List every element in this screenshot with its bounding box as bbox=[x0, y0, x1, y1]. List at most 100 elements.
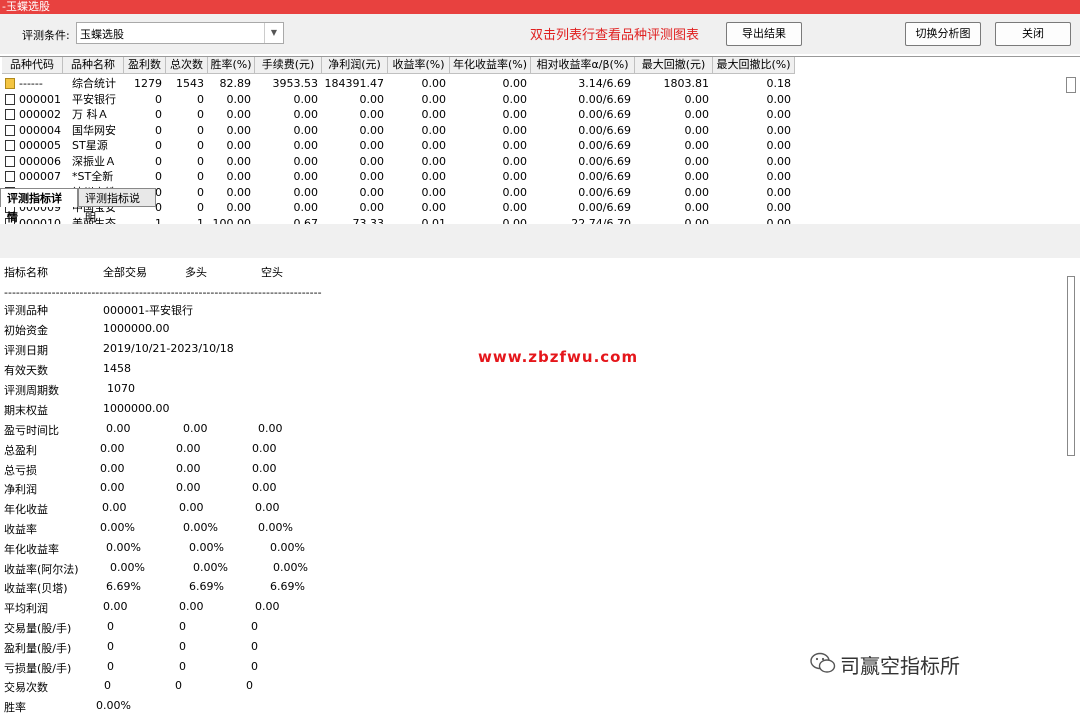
table-cell: 0.00 bbox=[359, 123, 385, 137]
row-checkbox[interactable] bbox=[5, 109, 15, 120]
table-row[interactable]: 000004 国华网安 0 0 0.00 0.00 0.00 0.00 0.00 0.00/6.6… bbox=[0, 123, 800, 139]
metric-value: 6.69% bbox=[189, 580, 224, 594]
table-cell: 0.00 bbox=[359, 108, 385, 121]
export-button[interactable]: 导出结果 bbox=[726, 22, 802, 46]
close-button[interactable]: 关闭 bbox=[995, 22, 1071, 46]
column-header[interactable]: 盈利数 bbox=[124, 57, 166, 74]
detail-value: 1070 bbox=[107, 382, 135, 395]
table-cell: 0.00 bbox=[226, 139, 252, 152]
table-cell: 0.00 bbox=[684, 185, 710, 199]
table-cell: 0.00 bbox=[421, 92, 447, 106]
table-cell: 0.00 bbox=[502, 123, 528, 137]
metric-label: 盈利量(股/手) bbox=[4, 641, 72, 655]
row-checkbox[interactable] bbox=[5, 124, 15, 136]
table-cell: 0 bbox=[155, 170, 162, 183]
row-checkbox[interactable] bbox=[5, 93, 15, 105]
table-row[interactable]: 000002 万 科Ａ 0 0 0.00 0.00 0.00 0.00 0.00 0.00/6.6… bbox=[0, 107, 800, 123]
metric-value: 0.00 bbox=[176, 481, 201, 495]
metric-value: 0.00 bbox=[102, 501, 127, 515]
table-cell: 0 bbox=[197, 201, 204, 214]
table-cell: 0.00 bbox=[421, 123, 447, 137]
metric-value: 0.00 bbox=[258, 422, 283, 435]
column-header[interactable]: 收益率(%) bbox=[388, 57, 450, 74]
table-cell: 0.00 bbox=[293, 154, 319, 168]
column-header[interactable]: 品种名称 bbox=[63, 57, 124, 74]
table-cell: 3953.53 bbox=[272, 77, 319, 90]
table-cell: 0.00/6.69 bbox=[578, 92, 631, 106]
tab-indicator-help[interactable]: 评测指标说明 bbox=[78, 188, 156, 224]
row-checkbox[interactable] bbox=[5, 140, 15, 151]
column-header[interactable]: 品种代码 bbox=[2, 57, 63, 74]
result-table[interactable]: 品种代码 品种名称 盈利数 总次数 胜率(%) 手续费(元) 净利润(元) 收益率(%) 年化收… bbox=[0, 56, 1080, 225]
detail-header-long: 多头 bbox=[185, 266, 207, 279]
table-cell: 0.00/6.69 bbox=[578, 139, 631, 152]
table-cell: 0.00 bbox=[359, 185, 385, 199]
metric-value: 0 bbox=[251, 659, 258, 673]
metric-value: 6.69% bbox=[106, 580, 141, 594]
table-row[interactable]: 000007 *ST全新 0 0 0.00 0.00 0.00 0.00 0.00 0.00/6.… bbox=[0, 169, 800, 185]
table-cell: 0.00 bbox=[684, 139, 710, 152]
table-cell: 0.00/6.69 bbox=[578, 123, 631, 137]
table-cell: 0.00 bbox=[421, 77, 447, 90]
metric-value: 0.00 bbox=[252, 461, 277, 475]
table-cell: 0.00 bbox=[293, 170, 319, 183]
metric-value: 0.00 bbox=[255, 600, 280, 614]
chevron-down-icon[interactable]: ▼ bbox=[264, 23, 283, 43]
row-checkbox[interactable] bbox=[5, 171, 15, 182]
table-cell: 0.00 bbox=[502, 139, 528, 152]
table-cell: 0 bbox=[155, 108, 162, 121]
table-cell: 0 bbox=[155, 154, 162, 168]
row-checkbox[interactable] bbox=[5, 155, 15, 167]
metric-value: 0.00 bbox=[176, 441, 201, 455]
column-header[interactable]: 手续费(元) bbox=[255, 57, 322, 74]
column-header[interactable]: 相对收益率α/β(%) bbox=[531, 57, 635, 74]
table-cell: 0 bbox=[197, 185, 204, 199]
column-header[interactable]: 胜率(%) bbox=[208, 57, 255, 74]
table-cell: 0.00 bbox=[766, 123, 792, 137]
metric-value: 0 bbox=[104, 679, 111, 693]
summary-icon[interactable] bbox=[5, 78, 15, 89]
table-row[interactable]: 000006 深振业Ａ 0 0 0.00 0.00 0.00 0.00 0.00 0.00/6.6… bbox=[0, 154, 800, 170]
detail-label: 评测日期 bbox=[4, 344, 48, 357]
column-header[interactable]: 最大回撤(元) bbox=[635, 57, 713, 74]
detail-panel: 指标名称 全部交易 多头 空头 ------------------------… bbox=[0, 258, 1080, 714]
column-header[interactable]: 净利润(元) bbox=[322, 57, 388, 74]
table-cell: 0.00 bbox=[421, 108, 447, 121]
column-header[interactable]: 总次数 bbox=[166, 57, 208, 74]
table-row[interactable]: 000005 ST星源 0 0 0.00 0.00 0.00 0.00 0.00 0.00/6.6… bbox=[0, 138, 800, 154]
metric-label: 交易次数 bbox=[4, 681, 48, 695]
table-cell: 0.00 bbox=[293, 201, 319, 214]
table-cell: 0.00 bbox=[226, 170, 252, 183]
metric-label: 交易量(股/手) bbox=[4, 622, 72, 635]
column-header[interactable]: 最大回撤比(%) bbox=[713, 57, 795, 74]
metric-value: 0.00 bbox=[255, 501, 280, 515]
table-cell: 0 bbox=[155, 139, 162, 152]
table-cell: 0.00 bbox=[684, 123, 710, 137]
table-cell: 000005 bbox=[19, 139, 61, 152]
metric-value: 0.00 bbox=[179, 600, 204, 614]
table-row[interactable]: 000001 平安银行 0 0 0.00 0.00 0.00 0.00 0.00 0.00/6.6… bbox=[0, 92, 800, 108]
switch-chart-button[interactable]: 切换分析图 bbox=[905, 22, 981, 46]
table-cell: 0.00 bbox=[359, 201, 385, 214]
table-cell: 000007 bbox=[19, 170, 61, 183]
metric-label: 盈亏时间比 bbox=[4, 424, 59, 437]
table-cell: 0.00 bbox=[421, 139, 447, 152]
metric-value: 0.00% bbox=[258, 521, 293, 534]
table-scrollbar[interactable] bbox=[1064, 75, 1078, 225]
table-cell: 0.00 bbox=[359, 154, 385, 168]
metric-label: 收益率(阿尔法) bbox=[4, 562, 79, 576]
condition-select[interactable]: 玉蝶选股 ▼ bbox=[76, 22, 284, 44]
metric-value: 0.00 bbox=[106, 422, 131, 435]
table-cell: 000004 bbox=[19, 123, 61, 137]
column-header[interactable]: 年化收益率(%) bbox=[450, 57, 531, 74]
tab-indicator-details[interactable]: 评测指标详情 bbox=[0, 188, 78, 224]
table-cell: 0.00 bbox=[226, 201, 252, 214]
table-row[interactable]: ------ 综合统计 1279 1543 82.89 3953.53 184391.47 0… bbox=[0, 76, 800, 92]
detail-scrollbar[interactable] bbox=[1064, 268, 1078, 708]
metric-value: 0 bbox=[107, 620, 114, 633]
metric-label: 净利润 bbox=[4, 483, 37, 497]
table-cell: 3.14/6.69 bbox=[578, 77, 631, 90]
splitter-band[interactable] bbox=[0, 224, 1080, 259]
table-cell: 平安银行 bbox=[72, 92, 116, 106]
metric-value: 0 bbox=[251, 639, 258, 653]
